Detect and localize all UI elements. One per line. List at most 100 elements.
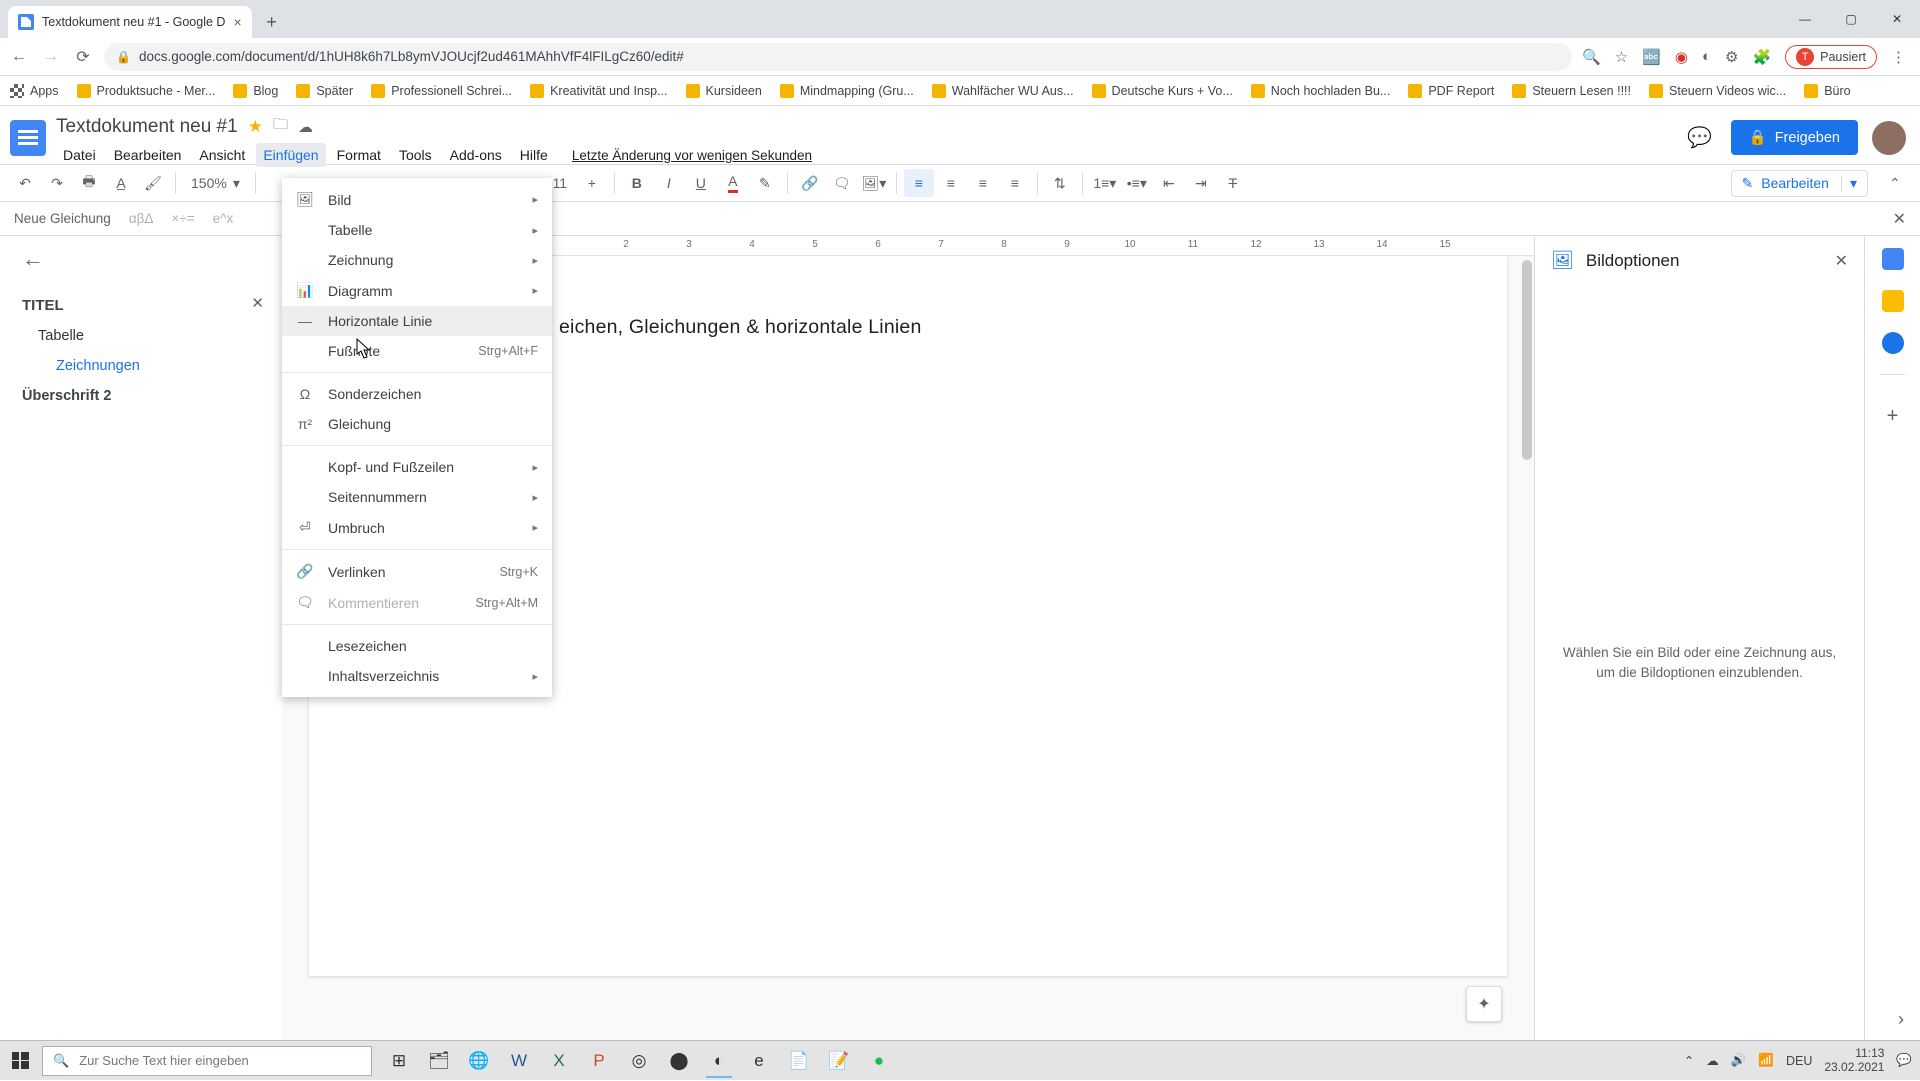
menu-item-verlinken[interactable]: 🔗VerlinkenStrg+K	[282, 556, 552, 587]
bookmark-item[interactable]: Produktsuche - Mer...	[77, 84, 216, 98]
outline-item-zeichnungen[interactable]: Zeichnungen	[22, 351, 282, 381]
tray-expand-icon[interactable]: ⌃	[1684, 1053, 1694, 1068]
bookmark-item[interactable]: Deutsche Kurs + Vo...	[1092, 84, 1233, 98]
explore-button[interactable]: ✦	[1466, 986, 1502, 1022]
docs-logo-icon[interactable]	[10, 120, 46, 156]
image-icon[interactable]: 🖼▾	[859, 169, 889, 197]
align-left-icon[interactable]: ≡	[904, 169, 934, 197]
edge-icon[interactable]: 🌐	[462, 1044, 496, 1078]
start-button[interactable]	[0, 1041, 40, 1081]
highlight-icon[interactable]: ✎	[750, 169, 780, 197]
bookmark-item[interactable]: Professionell Schrei...	[371, 84, 512, 98]
tasks-icon[interactable]	[1882, 332, 1904, 354]
menu-item-tabelle[interactable]: Tabelle▸	[282, 215, 552, 245]
bookmark-item[interactable]: Kreativität und Insp...	[530, 84, 667, 98]
menu-bearbeiten[interactable]: Bearbeiten	[107, 143, 189, 167]
menu-einfuegen[interactable]: Einfügen	[256, 143, 325, 167]
bookmark-item[interactable]: PDF Report	[1408, 84, 1494, 98]
reload-icon[interactable]: ⟳	[72, 47, 94, 67]
outline-item-h2[interactable]: Überschrift 2	[22, 381, 282, 411]
star-icon[interactable]: ☆	[1615, 48, 1628, 66]
menu-item-umbruch[interactable]: ⏎Umbruch▸	[282, 512, 552, 543]
bookmark-item[interactable]: Noch hochladen Bu...	[1251, 84, 1391, 98]
chrome-icon[interactable]: ◐	[702, 1044, 736, 1078]
bookmark-item[interactable]: Wahlfächer WU Aus...	[932, 84, 1074, 98]
close-window-button[interactable]: ✕	[1874, 0, 1920, 38]
explorer-icon[interactable]: 🗂	[422, 1044, 456, 1078]
extensions-icon[interactable]: 🧩	[1752, 48, 1771, 66]
wifi-icon[interactable]: 📶	[1758, 1053, 1774, 1068]
redo-icon[interactable]: ↷	[42, 169, 72, 197]
tab-close-icon[interactable]: ×	[233, 14, 241, 30]
paint-format-icon[interactable]: 🖌	[138, 169, 168, 197]
menu-item-bild[interactable]: 🖼Bild▸	[282, 184, 552, 215]
line-spacing-icon[interactable]: ⇅	[1045, 169, 1075, 197]
edge2-icon[interactable]: e	[742, 1044, 776, 1078]
font-size-inc-icon[interactable]: +	[577, 169, 607, 197]
outline-close-icon[interactable]: ✕	[251, 294, 264, 312]
clear-format-icon[interactable]: T	[1218, 169, 1248, 197]
translate-icon[interactable]: 🔤	[1642, 48, 1661, 66]
align-right-icon[interactable]: ≡	[968, 169, 998, 197]
bookmark-item[interactable]: Steuern Lesen !!!!	[1512, 84, 1631, 98]
menu-tools[interactable]: Tools	[392, 143, 439, 167]
menu-format[interactable]: Format	[330, 143, 388, 167]
minimize-button[interactable]: —	[1782, 0, 1828, 38]
menu-ansicht[interactable]: Ansicht	[192, 143, 252, 167]
menu-datei[interactable]: Datei	[56, 143, 103, 167]
exponent-icon[interactable]: e^x	[213, 211, 234, 226]
powerpoint-icon[interactable]: P	[582, 1044, 616, 1078]
menu-item-lesezeichen[interactable]: Lesezeichen	[282, 631, 552, 661]
menu-hilfe[interactable]: Hilfe	[513, 143, 555, 167]
italic-icon[interactable]: I	[654, 169, 684, 197]
align-center-icon[interactable]: ≡	[936, 169, 966, 197]
bookmark-item[interactable]: Steuern Videos wic...	[1649, 84, 1786, 98]
menu-item-gleichung[interactable]: π²Gleichung	[282, 409, 552, 439]
bookmark-item[interactable]: Mindmapping (Gru...	[780, 84, 914, 98]
keep-icon[interactable]	[1882, 290, 1904, 312]
language-indicator[interactable]: DEU	[1786, 1054, 1812, 1068]
profile-pausiert[interactable]: T Pausiert	[1785, 45, 1877, 69]
new-tab-button[interactable]: +	[258, 8, 286, 36]
ext2-icon[interactable]: ⚙	[1725, 48, 1738, 66]
notifications-icon[interactable]: 💬	[1896, 1053, 1912, 1068]
bold-icon[interactable]: B	[622, 169, 652, 197]
indent-decrease-icon[interactable]: ⇤	[1154, 169, 1184, 197]
task-view-icon[interactable]: ⊞	[382, 1044, 416, 1078]
comments-history-icon[interactable]: 💬	[1683, 121, 1717, 155]
clock[interactable]: 11:13 23.02.2021	[1824, 1047, 1884, 1075]
spellcheck-icon[interactable]: A̲	[106, 169, 136, 197]
bookmark-item[interactable]: Blog	[233, 84, 278, 98]
menu-item-inhaltsverzeichnis[interactable]: Inhaltsverzeichnis▸	[282, 661, 552, 691]
align-justify-icon[interactable]: ≡	[1000, 169, 1030, 197]
star-icon[interactable]: ★	[248, 117, 263, 137]
zoom-select[interactable]: 150%▾	[183, 175, 248, 192]
new-equation-button[interactable]: Neue Gleichung	[14, 211, 111, 226]
app2-icon[interactable]: 📄	[782, 1044, 816, 1078]
bulleted-list-icon[interactable]: •≡▾	[1122, 169, 1152, 197]
menu-item-seitennummern[interactable]: Seitennummern▸	[282, 482, 552, 512]
indent-increase-icon[interactable]: ⇥	[1186, 169, 1216, 197]
operators-icon[interactable]: ×÷=	[171, 211, 194, 226]
close-equation-bar-icon[interactable]: ✕	[1893, 209, 1906, 229]
numbered-list-icon[interactable]: 1≡▾	[1090, 169, 1120, 197]
menu-item-sonderzeichen[interactable]: ΩSonderzeichen	[282, 379, 552, 409]
mode-select[interactable]: ✎ Bearbeiten ▾	[1731, 170, 1868, 197]
nav-forward-icon[interactable]: →	[40, 48, 62, 66]
account-avatar[interactable]	[1872, 121, 1906, 155]
menu-item-zeichnung[interactable]: Zeichnung▸	[282, 245, 552, 275]
underline-icon[interactable]: U	[686, 169, 716, 197]
cloud-status-icon[interactable]: ☁	[298, 118, 313, 136]
hide-rail-icon[interactable]: ›	[1898, 1009, 1904, 1030]
zoom-icon[interactable]: 🔍	[1582, 48, 1601, 66]
ext1-icon[interactable]: ◐	[1702, 48, 1711, 65]
notepad-icon[interactable]: 📝	[822, 1044, 856, 1078]
taskbar-search[interactable]: 🔍 Zur Suche Text hier eingeben	[42, 1046, 372, 1076]
add-addon-icon[interactable]: +	[1887, 405, 1899, 428]
document-title[interactable]: Textdokument neu #1	[56, 116, 238, 138]
move-icon[interactable]: 🗀	[273, 114, 288, 139]
nav-back-icon[interactable]: ←	[8, 48, 30, 66]
link-icon[interactable]: 🔗	[795, 169, 825, 197]
outline-item-tabelle[interactable]: Tabelle	[22, 321, 282, 351]
calendar-icon[interactable]	[1882, 248, 1904, 270]
